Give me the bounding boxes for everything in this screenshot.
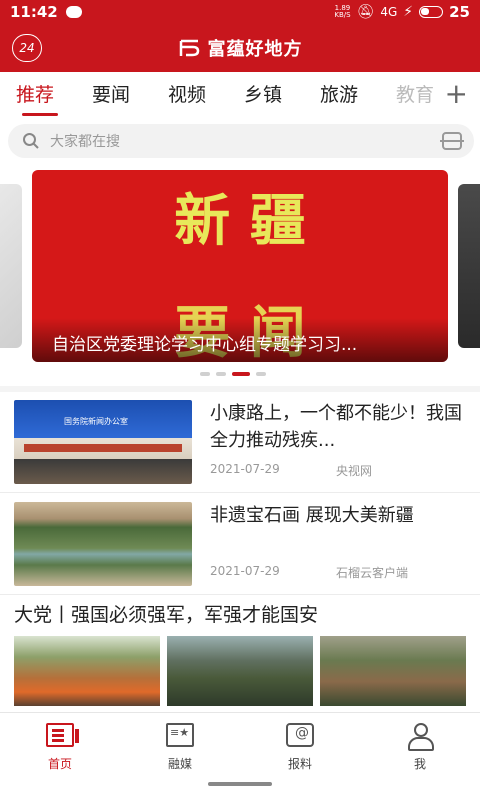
news-title: 小康路上，一个都不能少！我国全力推动残疾... xyxy=(210,403,462,451)
status-time: 11:42 xyxy=(10,3,58,21)
battery-level: 25 xyxy=(449,3,470,21)
scan-icon[interactable] xyxy=(440,132,464,150)
news-item[interactable]: 非遗宝石画 展现大美新疆 2021-07-29 石榴云客户端 xyxy=(0,494,480,594)
news-source: 央视网 xyxy=(336,464,373,478)
app-logo: 富蕴好地方 xyxy=(178,35,303,61)
charging-icon: ⚡︎ xyxy=(403,4,414,20)
media-icon xyxy=(166,723,194,747)
carousel-prev-slide[interactable] xyxy=(0,184,22,348)
status-bar: 11:42 1.89 KB/S 🔕︎ 4G ⚡︎ 25 xyxy=(0,0,480,24)
nav-label: 我 xyxy=(413,757,426,771)
app-header: 24 富蕴好地方 xyxy=(0,24,480,72)
tab-headlines[interactable]: 要闻 xyxy=(76,72,152,118)
banner-carousel[interactable]: 新 疆 要 闻 自治区党委理论学习中心组专题学习习... xyxy=(0,166,480,386)
thumbnail-sign: 国务院新闻办公室 xyxy=(64,417,128,426)
nav-me[interactable]: 我 xyxy=(360,713,480,800)
carousel-dot xyxy=(216,372,226,376)
message-icon xyxy=(65,6,82,18)
carousel-indicator xyxy=(200,372,266,376)
news-item[interactable]: 国务院新闻办公室 小康路上，一个都不能少！我国全力推动残疾... 2021-07… xyxy=(0,392,480,492)
banner-heading-top: 新 疆 xyxy=(174,188,306,254)
report-icon xyxy=(286,723,314,747)
slide-caption: 自治区党委理论学习中心组专题学习习... xyxy=(32,318,448,362)
divider xyxy=(0,492,480,493)
news-thumbnail xyxy=(14,502,192,586)
news-title: 非遗宝石画 展现大美新疆 xyxy=(210,505,414,526)
news-date: 2021-07-29 xyxy=(210,564,280,578)
feature-image[interactable] xyxy=(320,636,466,706)
signal-icon: 4G xyxy=(380,5,398,19)
profile-icon xyxy=(406,723,434,751)
tab-recommend[interactable]: 推荐 xyxy=(0,72,76,118)
nav-media[interactable]: 融媒 xyxy=(120,713,240,800)
net-speed-unit: KB/S xyxy=(334,11,351,19)
news-date: 2021-07-29 xyxy=(210,462,280,476)
mute-icon: 🔕︎ xyxy=(356,4,375,20)
search-icon xyxy=(23,133,39,149)
carousel-slide[interactable]: 新 疆 要 闻 自治区党委理论学习中心组专题学习习... xyxy=(32,170,448,362)
home-icon xyxy=(46,723,79,747)
nav-home[interactable]: 首页 xyxy=(0,713,120,800)
anniversary-badge[interactable]: 24 xyxy=(12,34,42,62)
news-source: 石榴云客户端 xyxy=(336,566,409,580)
gesture-bar[interactable] xyxy=(208,782,272,786)
net-speed: 1.89 KB/S xyxy=(334,5,350,19)
nav-label: 融媒 xyxy=(167,757,192,771)
category-tabs: 推荐 要闻 视频 乡镇 旅游 教育 + xyxy=(0,72,480,118)
nav-label: 报料 xyxy=(287,757,312,771)
nav-label: 首页 xyxy=(47,757,72,771)
tab-towns[interactable]: 乡镇 xyxy=(228,72,304,118)
feature-image[interactable] xyxy=(14,636,160,706)
tab-video[interactable]: 视频 xyxy=(152,72,228,118)
battery-icon xyxy=(419,6,444,18)
status-right: 1.89 KB/S 🔕︎ 4G ⚡︎ 25 xyxy=(334,3,470,21)
carousel-dot xyxy=(256,372,266,376)
search-bar[interactable]: 大家都在搜 xyxy=(8,124,474,158)
logo-mark-icon xyxy=(179,39,199,57)
news-thumbnail: 国务院新闻办公室 xyxy=(14,400,192,484)
tab-travel[interactable]: 旅游 xyxy=(304,72,380,118)
thumbnail-desk xyxy=(24,444,182,452)
carousel-dot-active xyxy=(232,372,250,376)
add-tab-icon[interactable]: + xyxy=(445,80,468,108)
bottom-nav: 首页 融媒 报料 我 xyxy=(0,712,480,800)
nav-report[interactable]: 报料 xyxy=(240,713,360,800)
feature-image[interactable] xyxy=(167,636,313,706)
feature-title[interactable]: 大党丨强国必须强军，军强才能国安 xyxy=(14,600,318,627)
app-title: 富蕴好地方 xyxy=(207,39,303,60)
carousel-next-slide[interactable] xyxy=(458,184,480,348)
carousel-dot xyxy=(200,372,210,376)
search-placeholder: 大家都在搜 xyxy=(50,134,120,150)
divider xyxy=(0,594,480,595)
